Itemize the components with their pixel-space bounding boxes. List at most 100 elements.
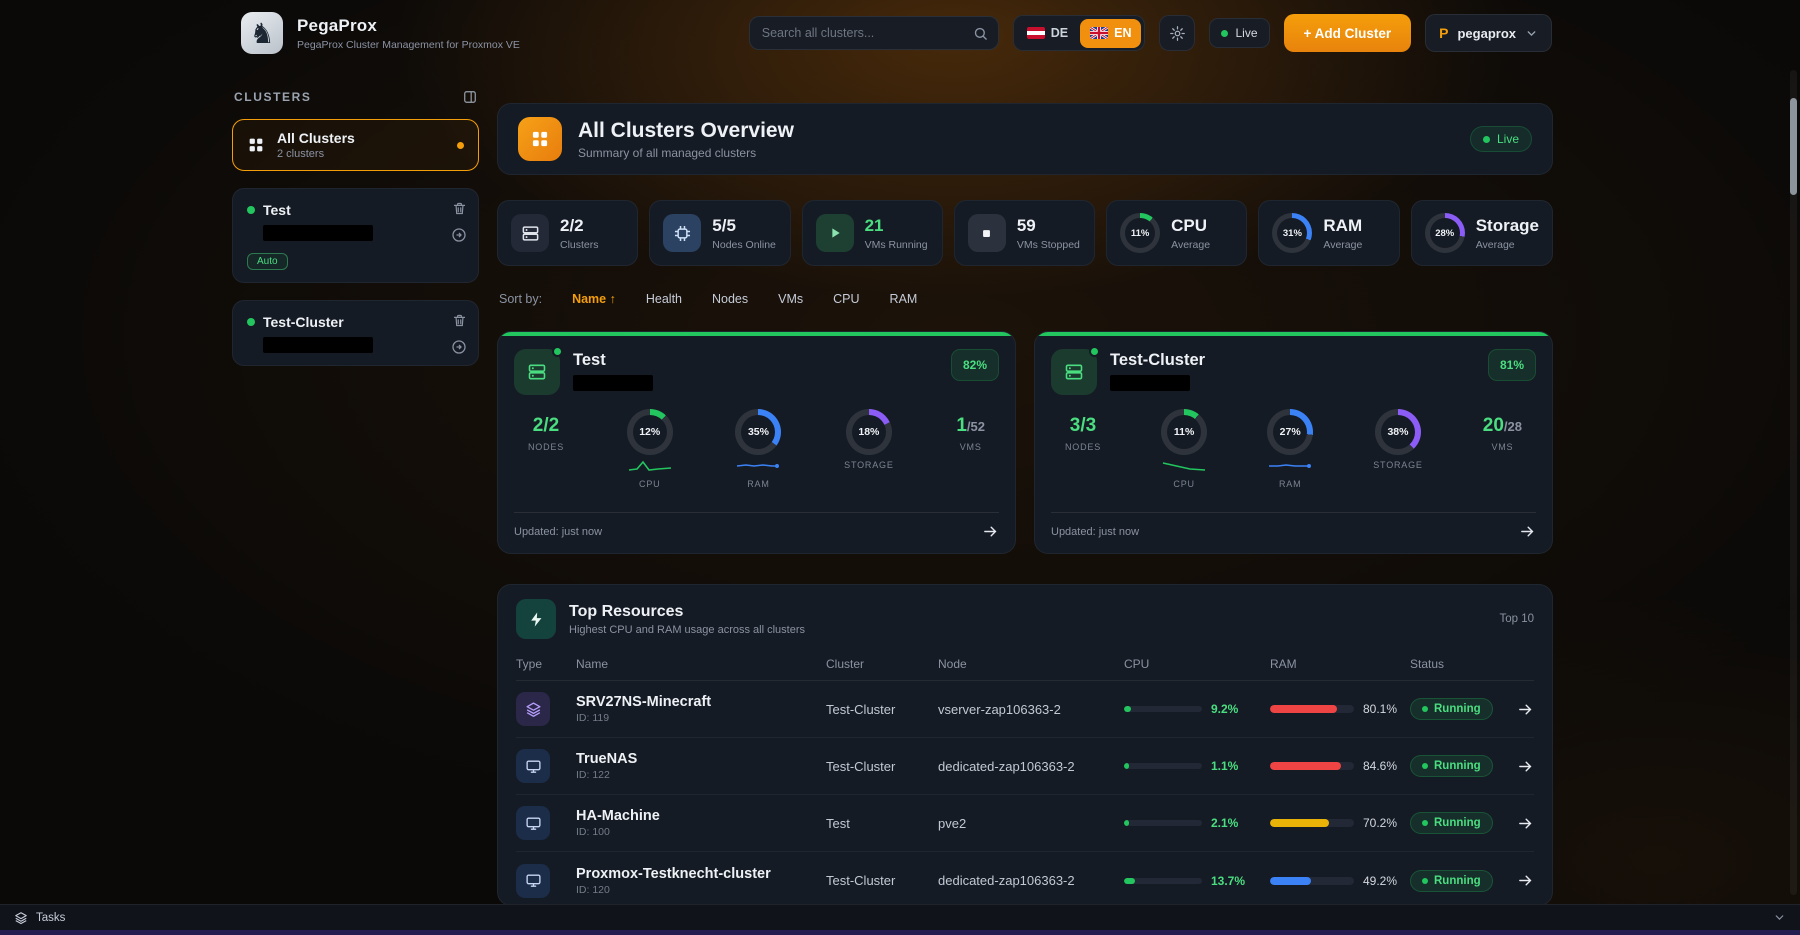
col-node: Node [938, 657, 1124, 671]
settings-button[interactable] [1159, 15, 1195, 51]
stat-value: 59 [1017, 216, 1080, 236]
cpu-value: 9.2% [1211, 702, 1238, 716]
table-row[interactable]: SRV27NS-MinecraftID: 119 Test-Cluster vs… [516, 681, 1534, 738]
stat-nodes-online: 5/5Nodes Online [649, 200, 790, 266]
scrollbar-thumb[interactable] [1790, 98, 1797, 195]
cluster-card-test[interactable]: Test 82% 2/2 NODES 12% CPU 35% [497, 331, 1016, 554]
sidebar-item-all-clusters[interactable]: All Clusters 2 clusters [232, 119, 479, 171]
live-label: Live [1497, 132, 1519, 146]
play-icon [816, 214, 854, 252]
cpu-gauge: 11% [1161, 409, 1207, 455]
stat-value: 5/5 [712, 216, 776, 236]
cpu-bar-cell: 2.1% [1124, 816, 1270, 830]
redacted-host [263, 337, 373, 353]
cluster-name: Test [263, 202, 291, 218]
table-row[interactable]: HA-MachineID: 100 Test pve2 2.1% 70.2% R… [516, 795, 1534, 852]
col-ram: RAM [1270, 657, 1410, 671]
page-title: All Clusters Overview [578, 119, 794, 143]
chevron-down-icon [1525, 27, 1538, 40]
live-dot-icon [1221, 30, 1228, 37]
sort-option-ram[interactable]: RAM [890, 292, 918, 306]
sort-option-nodes[interactable]: Nodes [712, 292, 748, 306]
server-icon [1051, 349, 1097, 395]
cluster-card-test-cluster[interactable]: Test-Cluster 81% 3/3 NODES 11% CPU 27% [1034, 331, 1553, 554]
chevron-down-icon[interactable] [1773, 911, 1786, 924]
open-cluster-arrow-icon[interactable] [1519, 523, 1536, 540]
grid-icon [247, 136, 265, 154]
open-cluster-arrow-icon[interactable] [451, 227, 467, 243]
redacted-host [1110, 375, 1190, 391]
clusters-sidebar: CLUSTERS All Clusters 2 clusters Test Au… [232, 90, 479, 383]
ram-sparkline [1268, 458, 1312, 474]
app-title: PegaProx [297, 16, 520, 36]
sidebar-item-cluster-test[interactable]: Test Auto [232, 188, 479, 283]
vms-label: VMS [960, 442, 982, 452]
table-header-row: Type Name Cluster Node CPU RAM Status [516, 649, 1534, 681]
vm-node: pve2 [938, 816, 1124, 831]
lang-de-button[interactable]: DE [1017, 19, 1078, 48]
vm-cluster: Test-Cluster [826, 759, 938, 774]
summary-stats-row: 2/2Clusters 5/5Nodes Online 21VMs Runnin… [497, 200, 1553, 266]
sort-option-health[interactable]: Health [646, 292, 682, 306]
open-cluster-arrow-icon[interactable] [982, 523, 999, 540]
vm-cluster: Test-Cluster [826, 702, 938, 717]
open-resource-arrow-icon[interactable] [1517, 872, 1534, 889]
ram-stat: 27% RAM [1267, 409, 1313, 512]
vm-node: dedicated-zap106363-2 [938, 759, 1124, 774]
table-row[interactable]: TrueNASID: 122 Test-Cluster dedicated-za… [516, 738, 1534, 795]
cluster-name: Test-Cluster [1110, 351, 1205, 370]
health-badge: 82% [951, 349, 999, 381]
open-resource-arrow-icon[interactable] [1517, 815, 1534, 832]
ram-bar-cell: 70.2% [1270, 816, 1410, 830]
top-n-badge: Top 10 [1499, 613, 1534, 625]
cpu-label: CPU [1173, 479, 1194, 489]
lang-en-button[interactable]: EN [1080, 19, 1141, 48]
user-avatar-initial: P [1439, 25, 1448, 41]
trash-icon[interactable] [452, 201, 467, 216]
search-input[interactable] [762, 26, 973, 40]
trash-icon[interactable] [452, 313, 467, 328]
vm-node: vserver-zap106363-2 [938, 702, 1124, 717]
open-resource-arrow-icon[interactable] [1517, 758, 1534, 775]
cpu-gauge: 11% [1120, 213, 1160, 253]
ram-label: RAM [747, 479, 769, 489]
storage-gauge: 28% [1425, 213, 1465, 253]
gauge-value: 11% [1125, 218, 1155, 248]
vm-name: SRV27NS-Minecraft [576, 694, 826, 710]
vm-id: ID: 122 [576, 769, 826, 781]
app-subtitle: PegaProx Cluster Management for Proxmox … [297, 39, 520, 51]
table-row[interactable]: Proxmox-Testknecht-clusterID: 120 Test-C… [516, 852, 1534, 906]
vms-running: 1 [956, 415, 967, 436]
sort-option-name[interactable]: Name ↑ [572, 292, 616, 306]
top-header: ♞ PegaProx PegaProx Cluster Management f… [0, 0, 1800, 66]
updated-text: Updated: just now [514, 526, 602, 538]
sidebar-item-cluster-test-cluster[interactable]: Test-Cluster [232, 300, 479, 366]
stat-label: Storage [1476, 216, 1539, 236]
sidebar-panel-icon[interactable] [463, 90, 477, 104]
ram-label: RAM [1279, 479, 1301, 489]
stat-label: CPU [1171, 216, 1210, 236]
open-cluster-arrow-icon[interactable] [451, 339, 467, 355]
page-subtitle: Summary of all managed clusters [578, 146, 794, 160]
live-badge: Live [1470, 126, 1532, 152]
open-resource-arrow-icon[interactable] [1517, 701, 1534, 718]
vms-stat: 20/28 VMS [1483, 409, 1522, 512]
add-cluster-button[interactable]: + Add Cluster [1284, 14, 1412, 52]
cluster-search[interactable] [749, 16, 999, 50]
tasks-bar[interactable]: Tasks [0, 904, 1800, 930]
sort-option-vms[interactable]: VMs [778, 292, 803, 306]
stat-ram-average: 31% RAMAverage [1258, 200, 1399, 266]
vms-running: 20 [1483, 415, 1504, 436]
col-name: Name [576, 657, 826, 671]
online-dot-icon [552, 346, 563, 357]
user-menu[interactable]: P pegaprox [1425, 14, 1552, 52]
cpu-bar-cell: 1.1% [1124, 759, 1270, 773]
sort-bar: Sort by: Name ↑ Health Nodes VMs CPU RAM [497, 292, 1553, 306]
storage-gauge: 18% [846, 409, 892, 455]
logo-glyph: ♞ [249, 17, 274, 50]
gauge-value: 18% [852, 415, 886, 449]
sort-option-cpu[interactable]: CPU [833, 292, 859, 306]
stat-sublabel: Average [1171, 239, 1210, 251]
vms-total: /28 [1504, 419, 1522, 434]
section-subtitle: Highest CPU and RAM usage across all clu… [569, 624, 805, 636]
